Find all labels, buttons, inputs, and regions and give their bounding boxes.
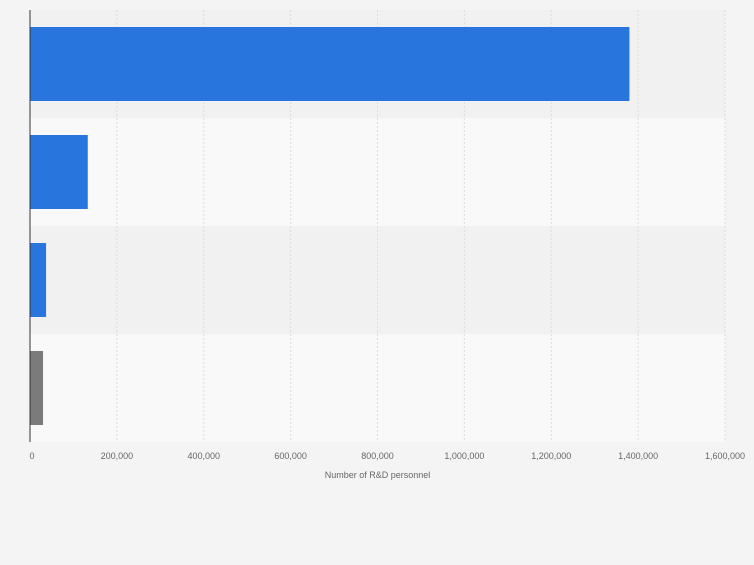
- x-tick-label: 0: [29, 451, 34, 461]
- x-tick-label: 1,400,000: [618, 451, 658, 461]
- chart: 0 200,000 400,000 600,000 800,000 1,000,000 1,…: [0, 0, 754, 560]
- x-tick-label: 1,600,000: [705, 451, 745, 461]
- x-tick-labels: 0 200,000 400,000 600,000 800,000 1,000,000 1,…: [29, 451, 745, 461]
- bar[interactable]: [30, 135, 88, 209]
- x-tick-label: 800,000: [361, 451, 394, 461]
- bar-chart-svg: 0 200,000 400,000 600,000 800,000 1,000,000 1,…: [29, 10, 745, 480]
- x-axis-label: Number of R&D personnel: [325, 470, 431, 480]
- bar[interactable]: [30, 27, 630, 101]
- bar[interactable]: [30, 351, 44, 425]
- x-tick-label: 400,000: [187, 451, 220, 461]
- x-tick-label: 200,000: [101, 451, 134, 461]
- x-tick-label: 600,000: [274, 451, 307, 461]
- x-tick-label: 1,200,000: [531, 451, 571, 461]
- x-tick-label: 1,000,000: [444, 451, 484, 461]
- bar[interactable]: [30, 243, 47, 317]
